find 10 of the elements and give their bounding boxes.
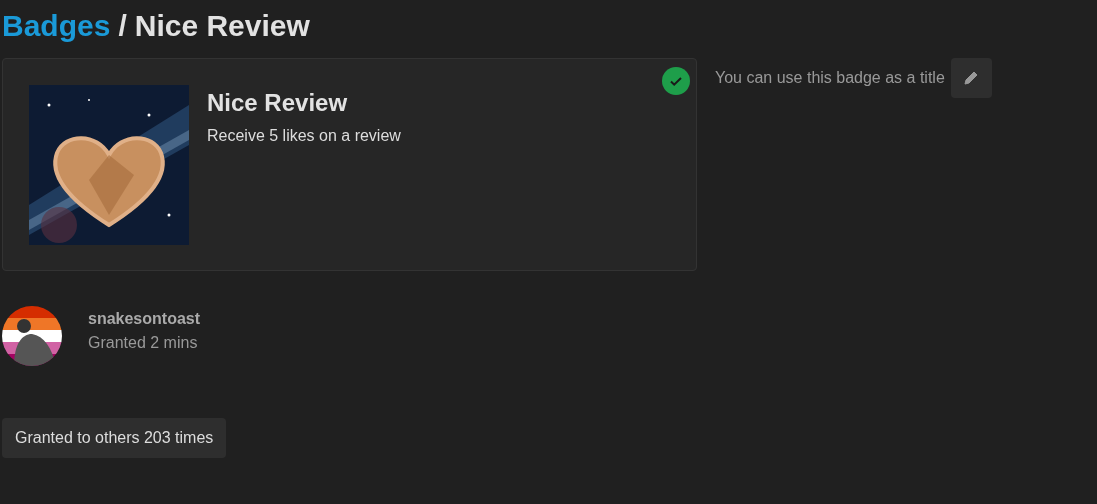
badge-name: Nice Review bbox=[207, 89, 349, 117]
edit-button[interactable] bbox=[950, 58, 992, 98]
page-title: Nice Review bbox=[134, 8, 310, 44]
username[interactable]: snakesontoast bbox=[88, 310, 201, 328]
breadcrumb-separator: / bbox=[118, 8, 127, 44]
title-note: You can use this badge as a title bbox=[715, 69, 945, 87]
badge-description: Receive 5 likes on a review bbox=[207, 127, 401, 145]
grant-time: Granted 2 mins bbox=[88, 334, 199, 352]
badges-link[interactable]: Badges bbox=[2, 4, 111, 48]
granted-to-others-button[interactable]: Granted to others 203 times bbox=[2, 418, 227, 458]
